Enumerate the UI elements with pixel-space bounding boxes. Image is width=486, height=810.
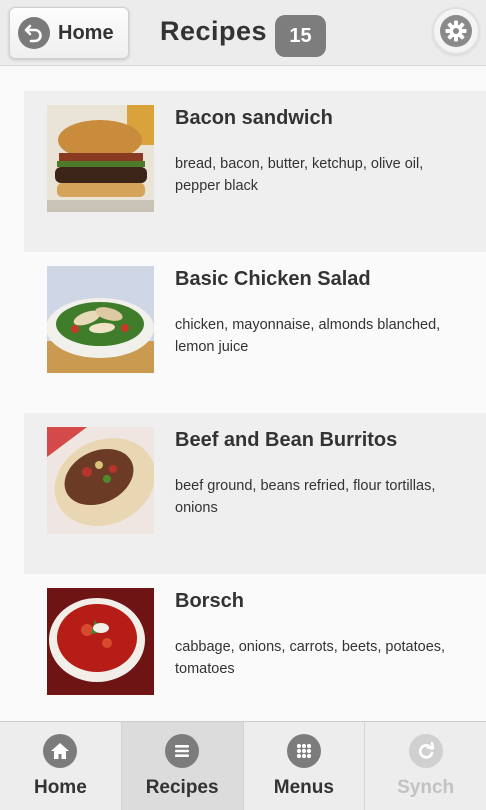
home-button-label: Home — [58, 21, 114, 44]
borsch-thumbnail — [47, 588, 154, 695]
recipe-title: Borsch — [175, 590, 244, 612]
tab-synch[interactable]: Synch — [365, 722, 486, 810]
gear-icon — [440, 15, 472, 47]
recipe-count-badge: 15 — [275, 15, 326, 57]
tab-home[interactable]: Home — [0, 722, 122, 810]
recipe-title: Beef and Bean Burritos — [175, 429, 398, 451]
home-icon — [43, 734, 78, 768]
list-icon — [165, 734, 200, 768]
bacon-sandwich-thumbnail — [47, 105, 154, 212]
tab-menus-label: Menus — [273, 777, 334, 798]
recipe-item[interactable]: Borsch cabbage, onions, carrots, beets, … — [24, 574, 486, 735]
tab-recipes-label: Recipes — [145, 777, 219, 798]
page-title: Recipes — [160, 16, 268, 46]
tab-home-label: Home — [33, 777, 87, 798]
recipe-ingredients: cabbage, onions, carrots, beets, potatoe… — [175, 639, 446, 677]
tab-menus[interactable]: Menus — [244, 722, 366, 810]
recipe-item[interactable]: Basic Chicken Salad chicken, mayonnaise,… — [24, 252, 486, 413]
back-arrow-icon — [18, 17, 50, 49]
recipe-item[interactable]: Bacon sandwich bread, bacon, butter, ket… — [24, 91, 486, 252]
recipe-list: Bacon sandwich bread, bacon, butter, ket… — [24, 91, 486, 735]
recipe-ingredients: bread, bacon, butter, ketchup, olive oil… — [175, 156, 424, 194]
recipe-ingredients: beef ground, beans refried, flour tortil… — [175, 478, 436, 516]
tab-synch-label: Synch — [397, 777, 455, 798]
recipe-title: Basic Chicken Salad — [175, 268, 371, 290]
top-bar: Home Recipes 15 — [0, 0, 486, 66]
recipe-title: Bacon sandwich — [175, 107, 333, 129]
home-button[interactable]: Home — [9, 7, 129, 59]
chicken-salad-thumbnail — [47, 266, 154, 373]
tab-recipes[interactable]: Recipes — [121, 722, 244, 810]
burritos-thumbnail — [47, 427, 154, 534]
settings-button[interactable] — [434, 9, 478, 53]
bottom-tab-bar: Home Recipes Menus Synch — [0, 721, 486, 810]
grid-icon — [286, 734, 321, 768]
refresh-icon — [408, 734, 443, 768]
recipe-ingredients: chicken, mayonnaise, almonds blanched, l… — [175, 317, 441, 355]
recipe-item[interactable]: Beef and Bean Burritos beef ground, bean… — [24, 413, 486, 574]
